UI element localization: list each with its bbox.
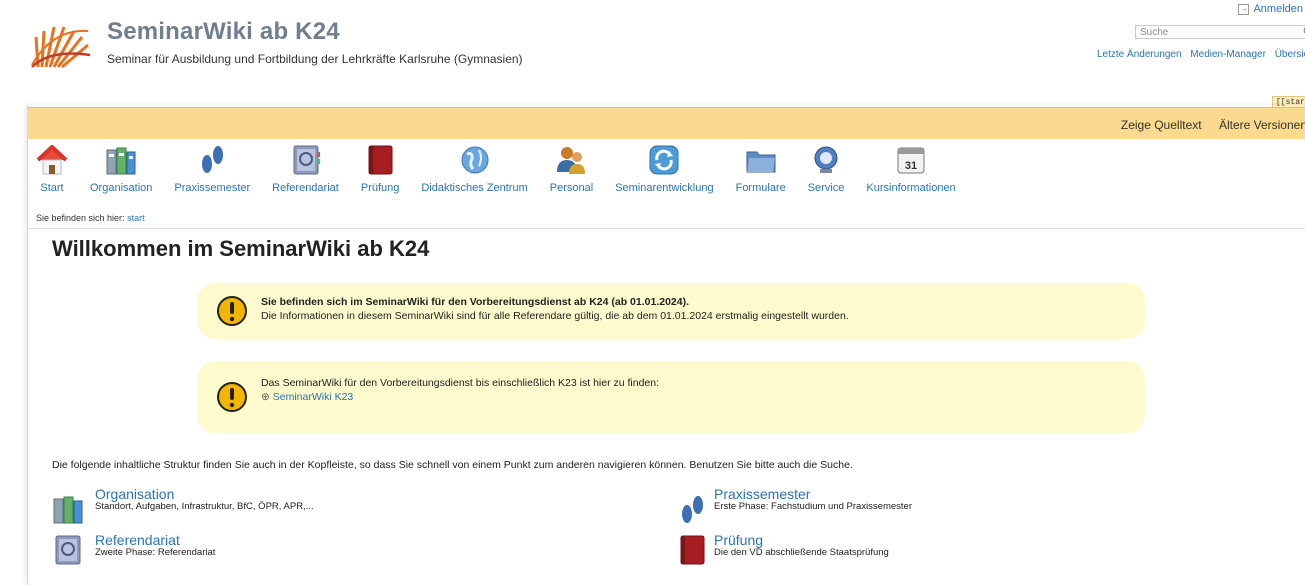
search-placeholder: Suche xyxy=(1140,27,1169,38)
main-navigation: Start Organisation Praxissemester Refere… xyxy=(36,144,978,204)
entry-pruefung-desc: Die den VD abschließende Staatsprüfung xyxy=(714,547,889,558)
nav-item-organisation[interactable]: Organisation xyxy=(90,144,152,204)
nav-label-formulare: Formulare xyxy=(735,182,786,194)
login-icon: → xyxy=(1238,3,1250,15)
notebook-icon xyxy=(368,145,393,175)
entry-pruefung-title[interactable]: Prüfung xyxy=(714,533,889,547)
notice-k23: Das SeminarWiki für den Vorbereitungsdie… xyxy=(197,361,1145,433)
support-icon xyxy=(814,146,838,173)
nav-item-kursinformationen[interactable]: 31 Kursinformationen xyxy=(866,144,956,204)
refresh-icon xyxy=(649,145,679,175)
breadcrumb: Sie befinden sich hier: start xyxy=(36,213,145,223)
breadcrumb-divider xyxy=(27,228,1305,229)
nav-item-praxissemester[interactable]: Praxissemester xyxy=(174,144,250,204)
breadcrumb-start-link[interactable]: start xyxy=(127,213,145,223)
address-book-icon xyxy=(55,535,81,565)
nav-item-seminarentwicklung[interactable]: Seminarentwicklung xyxy=(615,144,714,204)
page-title: Willkommen im SeminarWiki ab K24 xyxy=(52,236,430,261)
nav-item-referendariat[interactable]: Referendariat xyxy=(272,144,339,204)
entry-referendariat-title[interactable]: Referendariat xyxy=(95,533,215,547)
nav-item-formulare[interactable]: Formulare xyxy=(736,144,786,204)
breadcrumb-prefix: Sie befinden sich hier: xyxy=(36,213,125,223)
page-toolbar: Zeige Quelltext Ältere Versionen xyxy=(27,107,1305,139)
notebook-icon xyxy=(680,535,705,565)
nav-label-service: Service xyxy=(807,182,845,194)
warning-icon xyxy=(217,382,247,412)
site-subtitle: Seminar für Ausbildung und Fortbildung d… xyxy=(107,52,523,66)
warning-icon xyxy=(217,296,247,326)
seminarwiki-k23-link[interactable]: SeminarWiki K23 xyxy=(273,391,354,403)
folder-icon xyxy=(746,151,776,173)
nav-label-kursinformationen: Kursinformationen xyxy=(866,182,956,194)
nav-label-didaktisches-zentrum: Didaktisches Zentrum xyxy=(421,182,528,194)
intro-text: Die folgende inhaltliche Struktur finden… xyxy=(52,459,853,471)
calendar-day: 31 xyxy=(905,160,917,172)
nav-label-personal: Personal xyxy=(549,182,594,194)
show-source-link[interactable]: Zeige Quelltext xyxy=(1121,118,1202,132)
entry-praxissemester-title[interactable]: Praxissemester xyxy=(714,487,912,501)
sitemap-link[interactable]: Übersicht xyxy=(1275,49,1305,60)
notice-k23-text: Das SeminarWiki für den Vorbereitungsdie… xyxy=(261,377,660,389)
calendar-icon: 31 xyxy=(897,147,925,174)
tool-links: Letzte Änderungen Medien-Manager Übersic… xyxy=(1097,49,1305,60)
seminar-logo[interactable] xyxy=(30,19,92,69)
search-input[interactable]: Suche Q xyxy=(1135,25,1305,39)
notice-k24: Sie befinden sich im SeminarWiki für den… xyxy=(197,283,1145,339)
recent-changes-link[interactable]: Letzte Änderungen xyxy=(1097,49,1182,60)
home-icon xyxy=(36,145,68,175)
organisation-icon xyxy=(106,147,136,175)
address-book-icon xyxy=(293,145,320,175)
login-label[interactable]: Anmelden xyxy=(1253,3,1303,15)
nav-item-didaktisches-zentrum[interactable]: Didaktisches Zentrum xyxy=(421,144,528,204)
organisation-icon xyxy=(53,496,83,524)
entry-praxissemester-desc: Erste Phase: Fachstudium und Praxissemes… xyxy=(714,501,913,512)
nav-item-pruefung[interactable]: Prüfung xyxy=(360,144,400,204)
media-manager-link[interactable]: Medien-Manager xyxy=(1190,49,1266,60)
old-versions-link[interactable]: Ältere Versionen xyxy=(1219,118,1305,132)
login-link[interactable]: → Anmelden xyxy=(1238,3,1303,15)
nav-item-start[interactable]: Start xyxy=(36,144,68,204)
notice-k24-text: Die Informationen in diesem SeminarWiki … xyxy=(261,310,849,322)
people-icon xyxy=(557,147,586,174)
footprints-icon xyxy=(682,496,703,523)
footprints-icon xyxy=(202,146,224,173)
nav-label-start: Start xyxy=(40,182,64,194)
nav-item-personal[interactable]: Personal xyxy=(550,144,593,204)
entry-organisation-title[interactable]: Organisation xyxy=(95,487,314,501)
globe-icon xyxy=(461,146,489,174)
notice-k24-heading: Sie befinden sich im SeminarWiki für den… xyxy=(261,296,690,308)
entry-referendariat-desc: Zweite Phase: Referendariat xyxy=(95,547,216,558)
nav-label-praxissemester: Praxissemester xyxy=(174,182,251,194)
nav-label-organisation: Organisation xyxy=(90,182,153,194)
entry-organisation-desc: Standort, Aufgaben, Infrastruktur, BfC, … xyxy=(95,501,314,512)
nav-label-seminarentwicklung: Seminarentwicklung xyxy=(615,182,714,194)
nav-label-referendariat: Referendariat xyxy=(272,182,339,194)
nav-item-service[interactable]: Service xyxy=(807,144,845,204)
nav-label-pruefung: Prüfung xyxy=(360,182,400,194)
external-link-icon: ⊕ xyxy=(261,391,270,403)
site-title[interactable]: SeminarWiki ab K24 xyxy=(107,18,340,46)
